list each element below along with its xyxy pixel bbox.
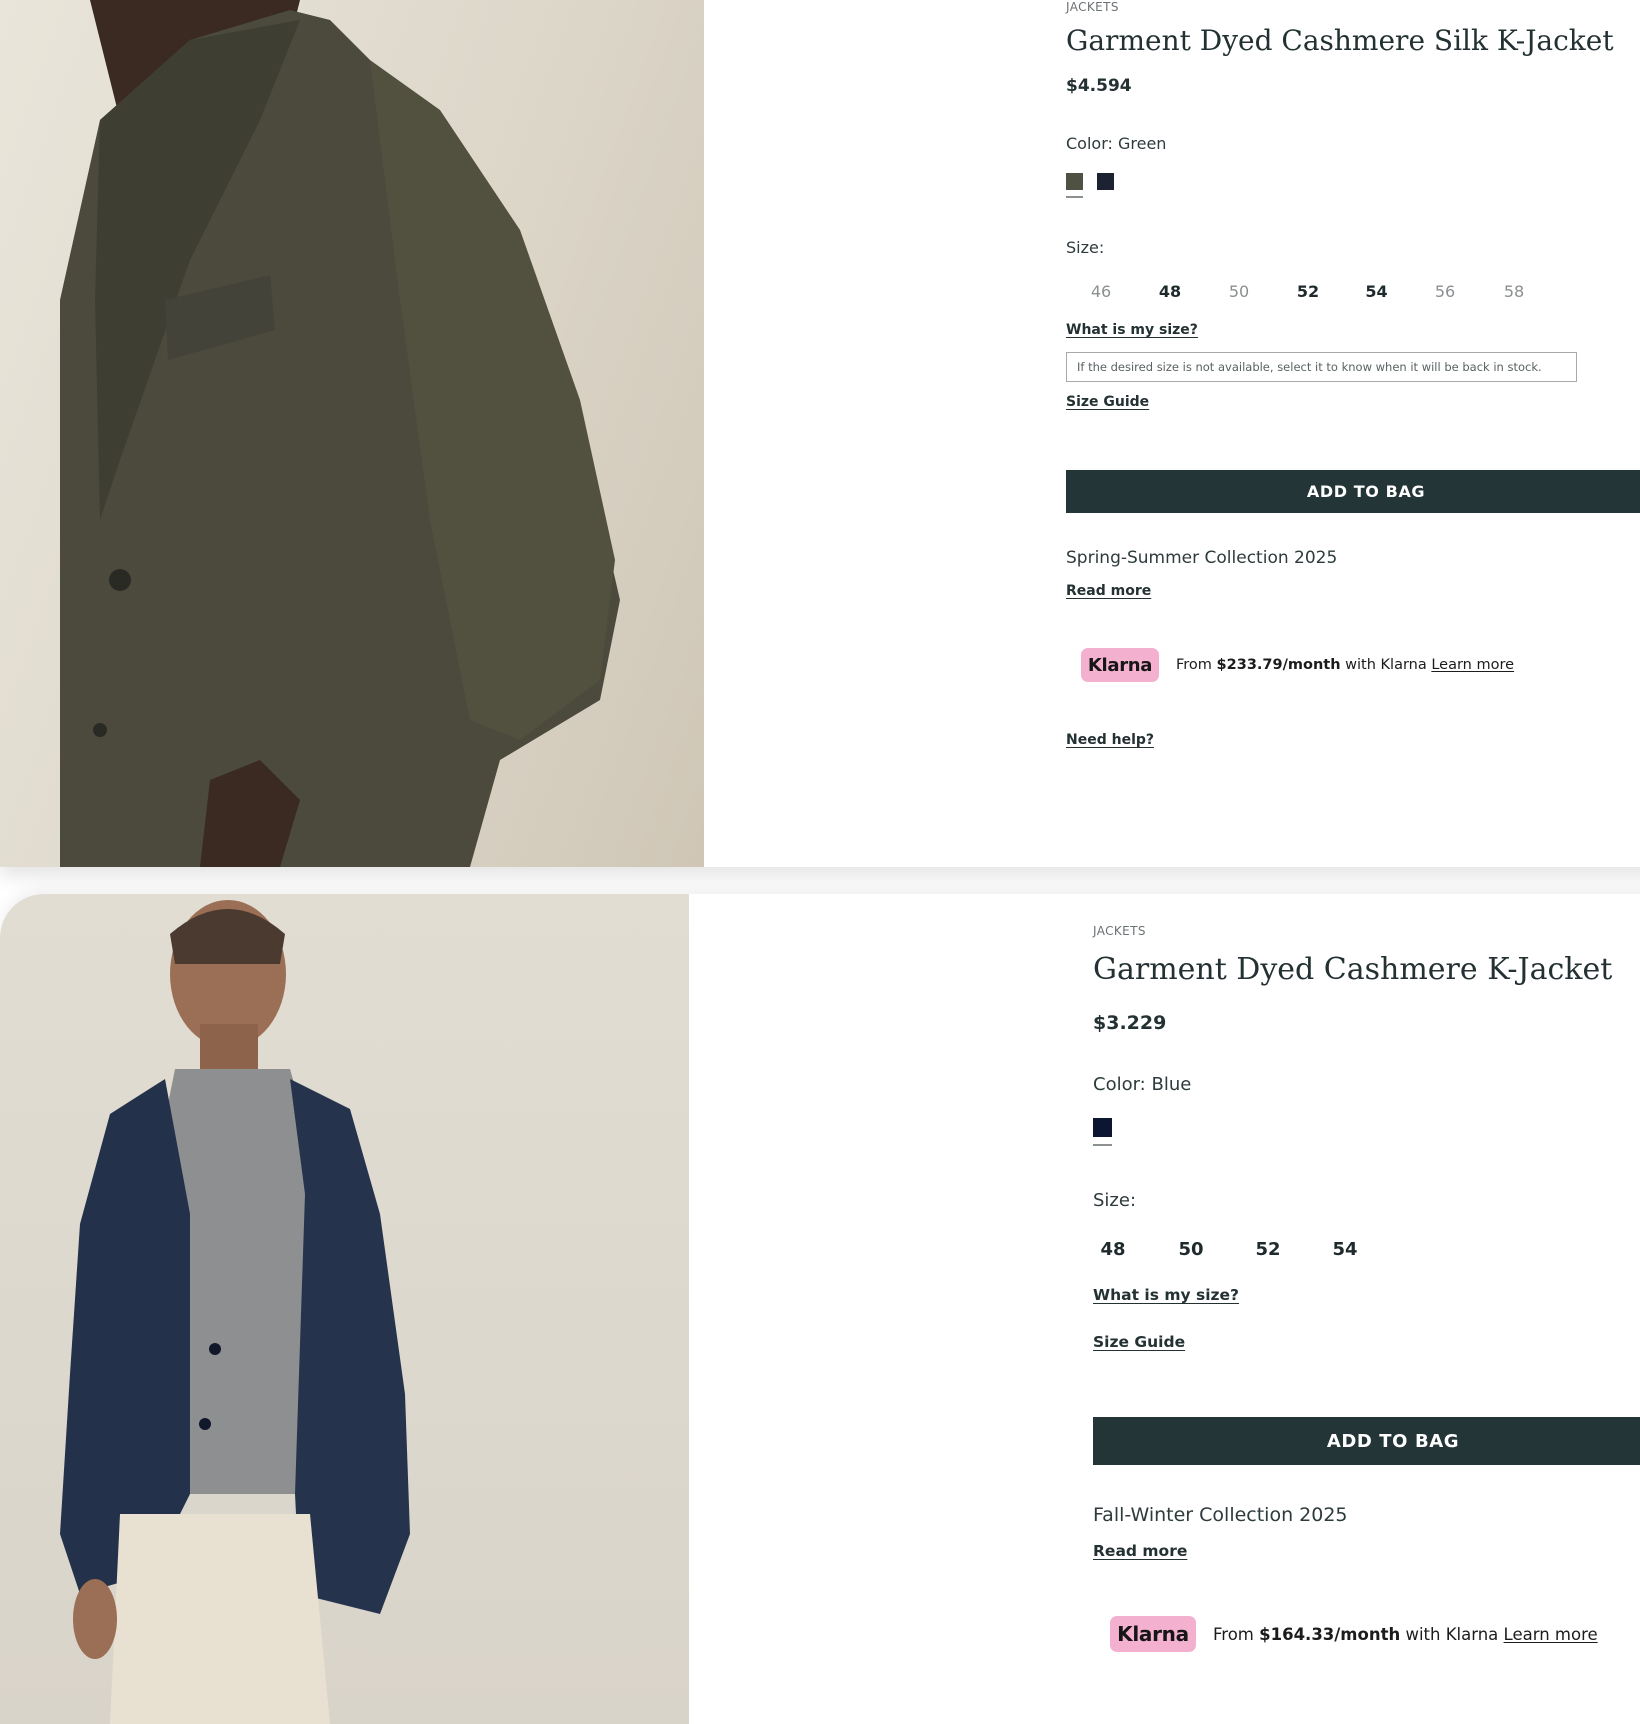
model-green-jacket-illustration: [60, 0, 620, 867]
klarna-learn-more-link[interactable]: Learn more: [1504, 1625, 1598, 1644]
product-category: JACKETS: [1066, 0, 1119, 14]
collection-label: Spring-Summer Collection 2025: [1066, 548, 1338, 568]
size-option-54[interactable]: 54: [1325, 1239, 1365, 1260]
size-option-46[interactable]: 46: [1066, 282, 1136, 301]
klarna-learn-more-link[interactable]: Learn more: [1431, 657, 1514, 673]
klarna-suffix: with Klarna: [1400, 1624, 1504, 1644]
product-category: JACKETS: [1093, 924, 1146, 938]
color-label: Color: Green: [1066, 134, 1167, 153]
product-card-green-jacket: JACKETS Garment Dyed Cashmere Silk K-Jac…: [0, 0, 1640, 867]
size-option-54[interactable]: 54: [1342, 282, 1411, 301]
klarna-message: From $233.79/month with Klarna Learn mor…: [1176, 657, 1514, 673]
collection-label: Fall-Winter Collection 2025: [1093, 1504, 1348, 1526]
product-title: Garment Dyed Cashmere Silk K-Jacket: [1066, 24, 1614, 57]
read-more-link[interactable]: Read more: [1066, 583, 1151, 599]
klarna-suffix: with Klarna: [1340, 657, 1432, 673]
product-title: Garment Dyed Cashmere K-Jacket: [1093, 952, 1613, 987]
klarna-amount: $233.79/month: [1216, 657, 1341, 673]
size-label: Size:: [1093, 1190, 1137, 1211]
size-option-48[interactable]: 48: [1093, 1239, 1133, 1260]
klarna-prefix: From: [1213, 1624, 1260, 1644]
selected-swatch-indicator: [1093, 1144, 1112, 1146]
product-image-blue-jacket[interactable]: [0, 894, 689, 1724]
klarna-amount: $164.33/month: [1259, 1624, 1401, 1644]
product-price: $3.229: [1093, 1012, 1167, 1034]
color-swatch-green[interactable]: [1066, 173, 1083, 190]
klarna-prefix: From: [1176, 657, 1217, 673]
size-option-52[interactable]: 52: [1274, 282, 1342, 301]
read-more-link[interactable]: Read more: [1093, 1542, 1187, 1560]
klarna-logo: Klarna: [1110, 1616, 1196, 1652]
size-option-50[interactable]: 50: [1204, 282, 1274, 301]
klarna-financing: Klarna From $164.33/month with Klarna Le…: [1110, 1616, 1598, 1652]
size-guide-link[interactable]: Size Guide: [1066, 394, 1149, 410]
size-guide-link[interactable]: Size Guide: [1093, 1333, 1185, 1351]
product-card-blue-jacket: JACKETS Garment Dyed Cashmere K-Jacket $…: [0, 894, 1640, 1724]
product-price: $4.594: [1066, 76, 1132, 96]
color-label: Color: Blue: [1093, 1074, 1192, 1095]
selected-swatch-indicator: [1066, 196, 1083, 198]
klarna-financing: Klarna From $233.79/month with Klarna Le…: [1081, 648, 1514, 682]
size-option-52[interactable]: 52: [1248, 1239, 1288, 1260]
size-label: Size:: [1066, 238, 1105, 257]
what-is-my-size-link[interactable]: What is my size?: [1066, 322, 1198, 338]
size-selector: 48 50 52 54: [1093, 1239, 1365, 1260]
stock-notice: If the desired size is not available, se…: [1066, 352, 1577, 382]
klarna-message: From $164.33/month with Klarna Learn mor…: [1213, 1625, 1598, 1644]
add-to-bag-button[interactable]: ADD TO BAG: [1093, 1417, 1640, 1465]
add-to-bag-button[interactable]: ADD TO BAG: [1066, 470, 1640, 513]
size-option-58[interactable]: 58: [1479, 282, 1549, 301]
size-option-50[interactable]: 50: [1171, 1239, 1211, 1260]
klarna-logo: Klarna: [1081, 648, 1159, 682]
size-option-56[interactable]: 56: [1411, 282, 1479, 301]
color-swatch-blue[interactable]: [1093, 1118, 1112, 1137]
model-blue-jacket-illustration: [60, 900, 410, 1724]
color-swatch-navy[interactable]: [1097, 173, 1114, 190]
product-image-green-jacket[interactable]: [0, 0, 704, 867]
size-selector: 46 48 50 52 54 56 58: [1066, 282, 1549, 301]
need-help-link[interactable]: Need help?: [1066, 732, 1154, 748]
size-option-48[interactable]: 48: [1136, 282, 1204, 301]
what-is-my-size-link[interactable]: What is my size?: [1093, 1286, 1239, 1304]
